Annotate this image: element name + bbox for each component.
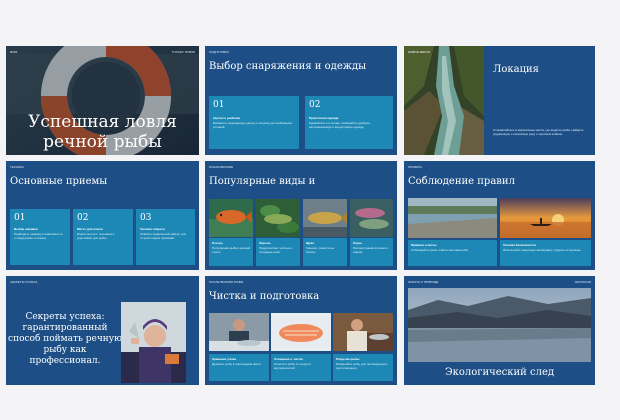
card-body: Выберите подходящую удочку и катушку для… <box>213 121 293 129</box>
fish-body: Распространён в реках и озёрах <box>353 246 388 254</box>
market-photo <box>333 313 393 351</box>
card-title: Хранение улова <box>212 357 236 361</box>
slide-title: Основные приемы <box>10 176 108 187</box>
card-body: Соблюдайте сроки и квоты вылова рыбы <box>411 248 469 252</box>
card-number: 01 <box>14 213 26 223</box>
card-body: Ищите места с течением и укрытиями для р… <box>77 232 115 240</box>
card-2: 02 Практичная одежда Одевайтесь по погод… <box>305 96 393 149</box>
slide-thumbnail-techniques[interactable]: ТЕХНИКА Основные приемы 01 Выбор наживки… <box>6 161 199 270</box>
card-body: Используйте защитную экипировку и будьте… <box>503 248 581 252</box>
fish-body: Хищник, ловится на блесну <box>306 246 334 254</box>
fish-card-2: Форель Предпочитает чистые и холодные ре… <box>256 238 300 266</box>
fish-body: Популярная рыба в речной ловле <box>212 246 250 254</box>
card-3: 03 Техника заброса Освойте правильный за… <box>136 209 195 265</box>
card-title: Разделка рыбы <box>336 357 360 361</box>
fish-name: Щука <box>306 241 314 245</box>
card-body: Очистите рыбу от чешуи и внутренностей <box>274 362 311 370</box>
slide-thumbnail-secrets[interactable]: СЕКРЕТЫ УСПЕХА Секреты успеха: гарантиро… <box>6 276 199 385</box>
slide-tag: ПРАВИЛА <box>408 165 423 169</box>
slide-thumbnail-cleaning[interactable]: ПОСЛЕ ВЫЛОВА РЫБЫ Чистка и подготовка Хр… <box>205 276 397 385</box>
slide-line-3: способ поймать речную <box>8 334 122 344</box>
slide-title-line-1: Успешная ловля <box>28 112 177 132</box>
fish-name: Лосось <box>212 241 223 245</box>
slide-tag: СЕКРЕТЫ УСПЕХА <box>10 280 38 284</box>
card-title: Практичная одежда <box>309 116 339 120</box>
cleaning-card-2: Очищение и чистка Очистите рыбу от чешуи… <box>271 354 331 381</box>
fish-name: Окунь <box>353 241 363 245</box>
fish-photo-4 <box>350 199 393 237</box>
slide-title: Выбор снаряжения и одежды <box>209 61 367 72</box>
fish-body: Предпочитает чистые и холодные реки <box>259 246 292 254</box>
slide-body: Отправляйтесь в живописные места, где во… <box>493 128 584 136</box>
card-body: Освойте правильный заброс для точной под… <box>140 232 187 240</box>
card-title: Место для ловли <box>77 227 103 231</box>
card-number: 02 <box>77 213 89 223</box>
slide-thumbnail-title[interactable]: ВЗЗЗ ТОЛЬКО ЛОВЛЯ Успешная ловля речной … <box>6 46 199 155</box>
card-title: Техника заброса <box>140 227 165 231</box>
card-number: 03 <box>140 213 152 223</box>
card-1: 01 Выбор наживки Подберите наживку в зав… <box>10 209 70 265</box>
fish-card-4: Окунь Распространён в реках и озёрах <box>350 238 393 266</box>
card-title: Техника безопасности <box>503 243 537 247</box>
cleaning-card-3: Разделка рыбы Разделайте рыбу для послед… <box>333 354 393 381</box>
slide-thumbnail-rules[interactable]: ПРАВИЛА Соблюдение правил Правила и квот… <box>404 161 595 270</box>
card-body: Подберите наживку в зависимости от вида … <box>14 232 63 240</box>
slide-tag: РАЗНООБРАЗИЕ <box>209 165 234 169</box>
rules-card-1: Правила и квоты Соблюдайте сроки и квоты… <box>408 240 497 266</box>
salmon-fillet-photo <box>271 313 331 351</box>
card-number: 01 <box>213 100 225 110</box>
card-title: Очищение и чистка <box>274 357 303 361</box>
fish-card-3: Щука Хищник, ловится на блесну <box>303 238 347 266</box>
card-title: Удочки и рыбалка <box>213 116 240 120</box>
slide-tag-right: ЭКОЛОГИЯ <box>574 280 591 284</box>
slide-line-4: рыбу как <box>43 345 87 355</box>
river-photo <box>408 198 497 238</box>
slide-title: Соблюдение правил <box>408 176 515 187</box>
card-2: 02 Место для ловли Ищите места с течение… <box>73 209 133 265</box>
fish-photo-3 <box>303 199 347 237</box>
slide-title-line-2: речной рыбы <box>43 132 162 152</box>
fish-name: Форель <box>259 241 271 245</box>
slide-thumbnail-fish-species[interactable]: РАЗНООБРАЗИЕ Популярные виды и Лосось По… <box>205 161 397 270</box>
slide-tag: НОВОЕ МЕСТО <box>408 50 431 54</box>
slide-title: Экологический след <box>444 367 555 378</box>
slide-title: Локация <box>493 64 539 75</box>
rules-card-2: Техника безопасности Используйте защитну… <box>500 240 591 266</box>
slide-tag: ЗАБОТА О ПРИРОДЕ <box>408 280 439 284</box>
slide-thumbnail-ecology[interactable]: ЗАБОТА О ПРИРОДЕ ЭКОЛОГИЯ Экологический … <box>404 276 595 385</box>
lake-photo <box>408 288 591 362</box>
card-body: Разделайте рыбу для последующего пригото… <box>336 362 388 370</box>
slide-tag: ВЗЗЗ <box>10 50 18 54</box>
fish-photo-2 <box>256 199 300 237</box>
fishmonger-photo <box>209 313 269 351</box>
sunset-kayak-photo <box>500 198 591 238</box>
slide-thumbnail-gear[interactable]: ПОДГОТОВКА Выбор снаряжения и одежды 01 … <box>205 46 397 155</box>
slide-tag: ТЕХНИКА <box>10 165 24 169</box>
card-1: 01 Удочки и рыбалка Выберите подходящую … <box>209 96 299 149</box>
slide-line-5: профессионал. <box>29 356 101 366</box>
slide-tag: ПОДГОТОВКА <box>209 50 230 54</box>
angler-photo <box>121 302 186 383</box>
waterfall-photo <box>404 46 484 155</box>
slide-title: Популярные виды и <box>209 176 316 187</box>
card-title: Правила и квоты <box>411 243 437 247</box>
slide-line-1: Секреты успеха: <box>25 312 105 322</box>
card-body: Одевайтесь по погоде, выбирайте удобную,… <box>309 121 371 129</box>
card-title: Выбор наживки <box>14 227 38 231</box>
slide-tag: ПОСЛЕ ВЫЛОВА РЫБЫ <box>209 280 244 284</box>
fish-photo-1 <box>209 199 253 237</box>
card-number: 02 <box>309 100 321 110</box>
slide-title: Чистка и подготовка <box>209 291 320 302</box>
card-body: Держите рыбу в прохладном месте <box>212 362 262 366</box>
slide-tag-right: ТОЛЬКО ЛОВЛЯ <box>171 50 195 54</box>
cleaning-card-1: Хранение улова Держите рыбу в прохладном… <box>209 354 269 381</box>
slide-line-2: гарантированный <box>22 323 108 333</box>
slide-thumbnail-location[interactable]: НОВОЕ МЕСТО Локация Отправляйтесь в живо… <box>404 46 595 155</box>
fish-card-1: Лосось Популярная рыба в речной ловле <box>209 238 253 266</box>
